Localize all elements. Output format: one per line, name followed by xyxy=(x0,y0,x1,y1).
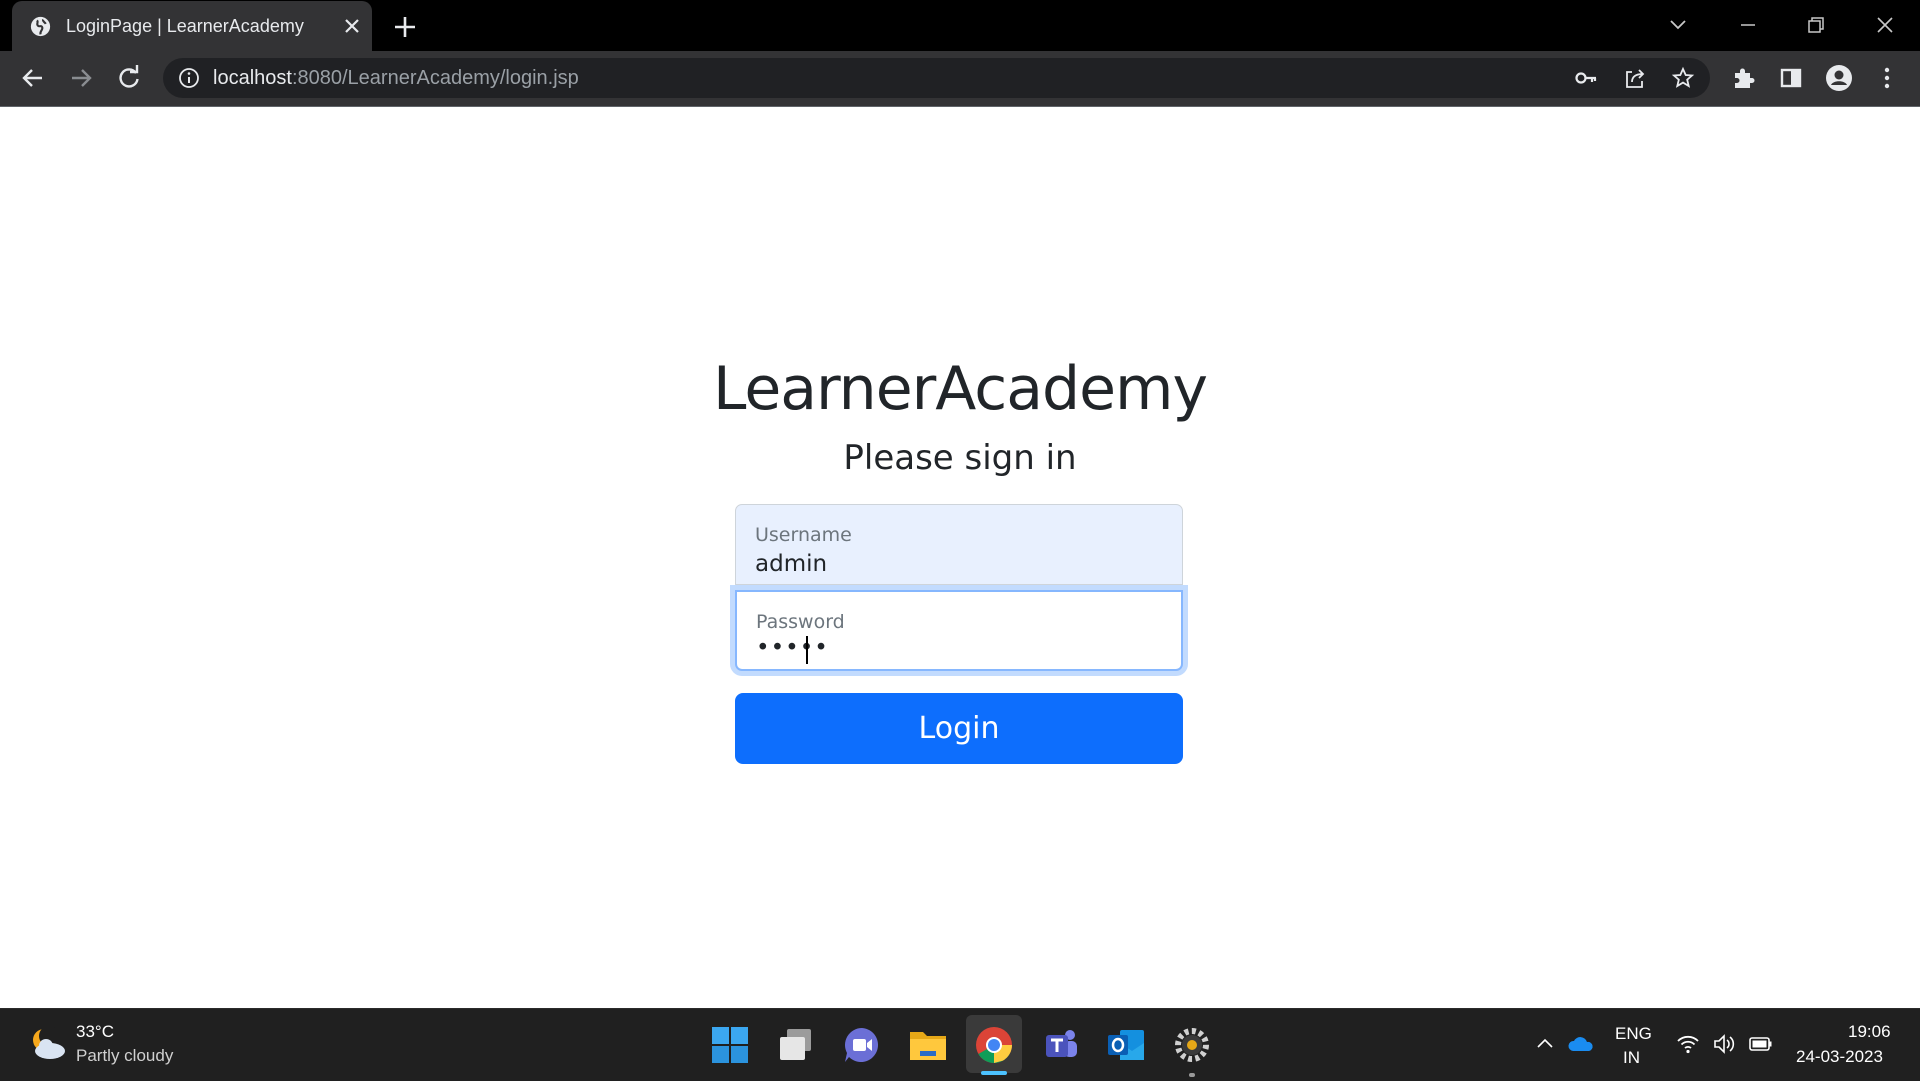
url-path: :8080/LearnerAcademy/login.jsp xyxy=(291,67,579,89)
side-panel-icon[interactable] xyxy=(1777,64,1805,92)
windows-start-icon[interactable] xyxy=(708,1023,752,1067)
volume-icon[interactable] xyxy=(1712,1031,1738,1057)
page-content: LearnerAcademy Please sign in Username a… xyxy=(0,107,1920,1008)
url-text[interactable]: localhost:8080/LearnerAcademy/login.jsp xyxy=(213,67,579,90)
restore-icon[interactable] xyxy=(1803,12,1829,38)
username-label: Username xyxy=(755,524,852,546)
partly-cloudy-weather-icon[interactable] xyxy=(26,1024,68,1064)
minimize-icon[interactable] xyxy=(1735,12,1761,38)
page-subtitle: Please sign in xyxy=(843,438,1077,478)
close-window-icon[interactable] xyxy=(1872,12,1898,38)
tab-search-chevron-icon[interactable] xyxy=(1665,12,1691,38)
password-label: Password xyxy=(756,611,845,633)
browser-tab-active[interactable]: LoginPage | LearnerAcademy xyxy=(12,1,372,51)
chrome-browser-icon[interactable] xyxy=(972,1023,1016,1067)
share-icon[interactable] xyxy=(1623,66,1647,90)
address-bar[interactable]: localhost:8080/LearnerAcademy/login.jsp xyxy=(163,58,1710,98)
browser-toolbar: localhost:8080/LearnerAcademy/login.jsp xyxy=(0,51,1920,107)
chat-video-icon[interactable] xyxy=(840,1023,884,1067)
username-input-value[interactable]: admin xyxy=(755,551,827,577)
new-tab-plus-icon[interactable] xyxy=(392,14,418,40)
task-view-icon[interactable] xyxy=(774,1023,818,1067)
input-language[interactable]: ENG xyxy=(1615,1024,1652,1044)
password-field[interactable]: Password ••••• xyxy=(735,590,1183,671)
tab-title: LoginPage | LearnerAcademy xyxy=(66,16,304,36)
login-button[interactable]: Login xyxy=(735,693,1183,764)
page-title: LearnerAcademy xyxy=(713,354,1208,424)
running-app-indicator xyxy=(1189,1073,1195,1077)
browser-title-bar: LoginPage | LearnerAcademy xyxy=(0,0,1920,51)
tab-close-icon[interactable] xyxy=(342,16,362,36)
bookmark-star-icon[interactable] xyxy=(1671,66,1695,90)
battery-icon[interactable] xyxy=(1748,1031,1774,1057)
more-menu-icon[interactable] xyxy=(1873,64,1901,92)
username-field[interactable]: Username admin xyxy=(735,504,1183,585)
input-region[interactable]: IN xyxy=(1623,1048,1640,1068)
password-input-value[interactable]: ••••• xyxy=(756,635,829,661)
taskbar: 33°C Partly cloudy ENG IN 19:06 24-03-20… xyxy=(0,1008,1920,1081)
weather-description[interactable]: Partly cloudy xyxy=(76,1046,173,1066)
profile-avatar-icon[interactable] xyxy=(1825,64,1853,92)
outlook-icon[interactable] xyxy=(1104,1023,1148,1067)
key-icon[interactable] xyxy=(1574,66,1598,90)
site-info-icon[interactable] xyxy=(178,67,200,89)
settings-gear-app-icon[interactable] xyxy=(1170,1023,1214,1067)
wifi-icon[interactable] xyxy=(1675,1031,1701,1057)
globe-icon xyxy=(30,16,51,37)
onedrive-cloud-icon[interactable] xyxy=(1568,1031,1594,1057)
clock-date[interactable]: 24-03-2023 xyxy=(1796,1047,1883,1067)
url-host: localhost xyxy=(213,67,292,89)
forward-arrow-icon[interactable] xyxy=(67,64,95,92)
show-hidden-icons-chevron-icon[interactable] xyxy=(1532,1031,1558,1057)
reload-icon[interactable] xyxy=(115,64,143,92)
clock-time[interactable]: 19:06 xyxy=(1848,1022,1891,1042)
teams-icon[interactable] xyxy=(1038,1023,1082,1067)
back-arrow-icon[interactable] xyxy=(19,64,47,92)
text-caret xyxy=(806,636,808,664)
weather-temperature[interactable]: 33°C xyxy=(76,1022,114,1042)
extensions-puzzle-icon[interactable] xyxy=(1730,64,1758,92)
active-app-indicator xyxy=(981,1071,1007,1075)
file-explorer-folder-icon[interactable] xyxy=(906,1023,950,1067)
